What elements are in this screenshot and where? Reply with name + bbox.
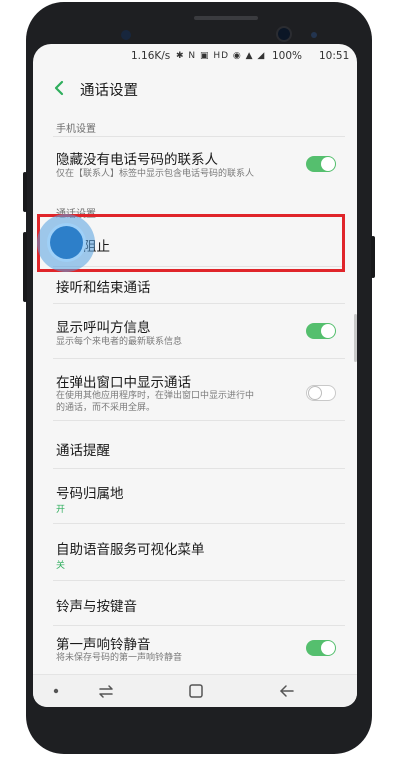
caller-info-toggle[interactable] (306, 323, 336, 339)
battery-level: 100% (272, 50, 303, 62)
back-arrow-icon[interactable] (51, 79, 67, 97)
first-ring-mute-toggle[interactable] (306, 640, 336, 656)
earpiece-speaker (194, 16, 258, 20)
setting-title: 号码归属地 (56, 486, 124, 502)
title-bar: 通话设置 (33, 68, 357, 110)
scrollbar[interactable] (354, 314, 357, 362)
setting-ringtones[interactable]: 铃声与按键音 (33, 581, 357, 623)
setting-subtitle: 将未保存号码的第一声响铃静音 (56, 653, 183, 663)
network-speed: 1.16K/s (131, 50, 171, 62)
page-title: 通话设置 (80, 83, 138, 99)
setting-title: 自助语音服务可视化菜单 (56, 542, 205, 558)
setting-call-alerts[interactable]: 通话提醒 (33, 421, 357, 469)
setting-title: 显示呼叫方信息 (56, 320, 151, 336)
navigation-bar (33, 674, 357, 707)
hide-contacts-toggle[interactable] (306, 156, 336, 172)
clock: 10:51 (319, 50, 350, 62)
divider (53, 136, 345, 137)
setting-popup-call[interactable]: 在弹出窗口中显示通话 在使用其他应用程序时，在弹出窗口中显示进行中 的通话，而不… (33, 359, 357, 419)
iris-sensor (311, 32, 317, 38)
setting-value: 关 (56, 561, 66, 571)
setting-title: 隐藏没有电话号码的联系人 (56, 152, 218, 168)
setting-title: 铃声与按键音 (56, 599, 137, 615)
setting-title: 第一声响铃静音 (56, 637, 151, 653)
setting-answer-end-calls[interactable]: 接听和结束通话 (33, 267, 357, 303)
setting-title: 接听和结束通话 (56, 280, 151, 296)
setting-hide-contacts[interactable]: 隐藏没有电话号码的联系人 仅在【联系人】标签中显示包含电话号码的联系人 (33, 140, 357, 186)
tap-indicator-center (50, 226, 83, 259)
status-icons: ✱ N ▣ HD ◉ ▲ ◢ (176, 51, 266, 61)
setting-subtitle: 仅在【联系人】标签中显示包含电话号码的联系人 (56, 169, 255, 179)
setting-subtitle: 在使用其他应用程序时，在弹出窗口中显示进行中 (56, 391, 255, 401)
volume-button (23, 232, 27, 302)
proximity-sensor (121, 30, 131, 40)
front-camera-icon (278, 28, 290, 40)
back-icon[interactable] (274, 681, 300, 701)
nav-dot-icon (43, 681, 69, 701)
setting-number-location[interactable]: 号码归属地 开 (33, 469, 357, 521)
setting-first-ring-mute[interactable]: 第一声响铃静音 将未保存号码的第一声响铃静音 (33, 626, 357, 672)
setting-title: 在弹出窗口中显示通话 (56, 375, 191, 391)
power-button (23, 172, 27, 212)
setting-visual-ivr[interactable]: 自助语音服务可视化菜单 关 (33, 524, 357, 576)
recent-apps-icon[interactable] (93, 681, 119, 701)
top-bezel (26, 2, 372, 50)
side-key (371, 236, 375, 278)
setting-title: 通话提醒 (56, 443, 110, 459)
setting-value: 开 (56, 505, 66, 515)
section-header-phone-settings: 手机设置 (56, 124, 96, 135)
status-bar: 1.16K/s ✱ N ▣ HD ◉ ▲ ◢ 100% 10:51 (33, 44, 357, 68)
setting-caller-info[interactable]: 显示呼叫方信息 显示每个来电者的最新联系信息 (33, 304, 357, 352)
home-icon[interactable] (183, 681, 209, 701)
phone-screen: 1.16K/s ✱ N ▣ HD ◉ ▲ ◢ 100% 10:51 通话设置 手… (33, 44, 357, 707)
popup-call-toggle[interactable] (306, 385, 336, 401)
setting-subtitle: 显示每个来电者的最新联系信息 (56, 337, 183, 347)
setting-subtitle: 的通话，而不采用全屏。 (56, 403, 156, 413)
